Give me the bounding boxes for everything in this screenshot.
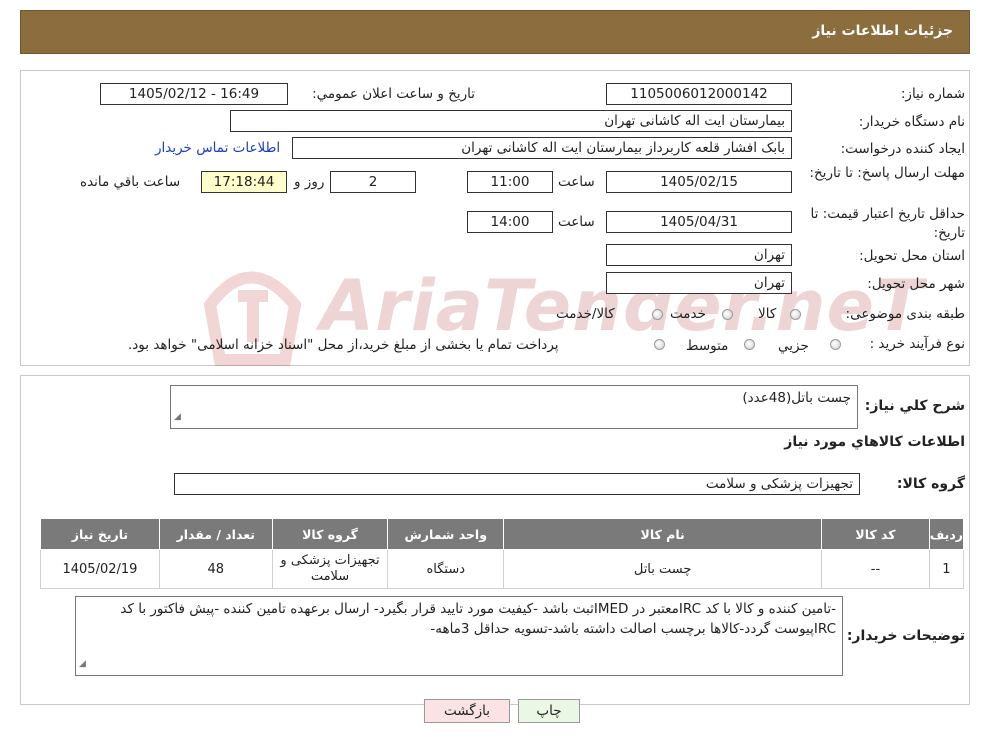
announce-datetime-field: 1405/02/12 - 16:49 — [100, 83, 288, 105]
remaining-time-label: ساعت باقي مانده — [80, 174, 181, 190]
reply-deadline-label: مهلت ارسال پاسخ: تا تاريخ: — [809, 165, 965, 181]
price-validity-time-field: 14:00 — [467, 211, 553, 233]
treasury-docs-checkbox[interactable] — [654, 339, 665, 350]
goods-group-field: تجهیزات پزشکی و سلامت — [174, 473, 860, 495]
cell-unit: دستگاه — [387, 549, 505, 589]
col-name-header: نام کالا — [503, 518, 823, 550]
buyer-notes-text: -تامین کننده و کالا با کد IRCمعتبر در IM… — [120, 601, 836, 637]
category-goods-label: کالا — [758, 306, 777, 322]
table-row: 1 -- چست باتل دستگاه تجهیزات پزشکی و سلا… — [40, 549, 965, 589]
category-goods-service-radio[interactable] — [652, 309, 663, 320]
page-title: جزئیات اطلاعات نیاز — [812, 23, 953, 39]
need-number-label: شماره نیاز: — [900, 86, 965, 102]
process-medium-radio[interactable] — [744, 339, 755, 350]
treasury-docs-note: پرداخت تمام يا بخشی از مبلغ خريد،از محل … — [128, 337, 559, 353]
goods-table: رديف کد کالا نام کالا واحد شمارش گروه کا… — [40, 518, 965, 589]
buyer-notes-field[interactable]: -تامین کننده و کالا با کد IRCمعتبر در IM… — [75, 596, 843, 676]
need-description-label: شرح كلي نياز: — [864, 398, 965, 414]
category-service-label: خدمت — [670, 306, 706, 322]
buyer-notes-label: توضيحات خريدار: — [846, 628, 965, 644]
process-type-label: نوع فرآيند خريد : — [869, 336, 965, 352]
announce-datetime-label: تاریخ و ساعت اعلان عمومي: — [312, 86, 475, 102]
category-label: طبقه بندی موضوعی: — [845, 306, 965, 322]
need-description-field[interactable]: چست باتل(48عدد) ◢ — [170, 385, 858, 429]
category-goods-service-label: کالا/خدمت — [556, 306, 615, 322]
delivery-city-label: شهر محل تحويل: — [867, 276, 965, 292]
page-header: جزئیات اطلاعات نیاز — [20, 10, 970, 54]
need-description-text: چست باتل(48عدد) — [742, 390, 851, 406]
reply-date-field: 1405/02/15 — [606, 171, 792, 193]
col-date-header: تاريخ نياز — [40, 518, 160, 550]
remaining-time-field: 17:18:44 — [201, 171, 287, 193]
delivery-city-field: تهران — [606, 272, 792, 294]
process-minor-label: جزيي — [778, 338, 809, 354]
col-code-header: کد کالا — [821, 518, 930, 550]
cell-row: 1 — [928, 549, 965, 589]
days-label: روز و — [294, 174, 325, 190]
creator-field: بابک افشار قلعه کاربرداز بیمارستان ایت ا… — [292, 137, 792, 159]
reply-time-label: ساعت — [558, 174, 595, 190]
col-row-header: رديف — [928, 518, 965, 550]
price-validity-label: حداقل تاريخ اعتبار قيمت: تا تاريخ: — [810, 206, 965, 241]
need-number-field: 1105006012000142 — [606, 83, 792, 105]
goods-info-title: اطلاعات کالاهاي مورد نياز — [784, 434, 965, 450]
resize-grip-icon[interactable]: ◢ — [174, 407, 181, 427]
col-unit-header: واحد شمارش — [387, 518, 505, 550]
delivery-province-label: استان محل تحويل: — [859, 248, 965, 264]
creator-label: ايجاد کننده درخواست: — [840, 141, 965, 157]
buyer-org-field: بیمارستان ایت اله کاشانی تهران — [230, 110, 792, 132]
buyer-contact-link[interactable]: اطلاعات تماس خريدار — [155, 140, 280, 156]
goods-group-label: گروه کالا: — [896, 476, 965, 492]
buyer-org-label: نام دستگاه خريدار: — [858, 114, 965, 130]
reply-time-field: 11:00 — [467, 171, 553, 193]
category-service-radio[interactable] — [722, 309, 733, 320]
price-time-label: ساعت — [558, 214, 595, 230]
col-qty-header: تعداد / مقدار — [158, 518, 273, 550]
cell-group: تجهیزات پزشکی و سلامت — [271, 549, 389, 589]
cell-qty: 48 — [158, 549, 273, 589]
process-minor-radio[interactable] — [830, 339, 841, 350]
resize-grip-icon[interactable]: ◢ — [79, 654, 86, 674]
cell-code: -- — [821, 549, 930, 589]
days-remaining-field: 2 — [330, 171, 416, 193]
process-medium-label: متوسط — [686, 338, 729, 354]
print-button[interactable]: چاپ — [518, 699, 580, 723]
price-validity-date-field: 1405/04/31 — [606, 211, 792, 233]
delivery-province-field: تهران — [606, 244, 792, 266]
cell-name: چست باتل — [503, 549, 823, 589]
cell-date: 1405/02/19 — [40, 549, 160, 589]
goods-table-header-row: رديف کد کالا نام کالا واحد شمارش گروه کا… — [40, 518, 965, 550]
category-goods-radio[interactable] — [790, 309, 801, 320]
col-group-header: گروه کالا — [271, 518, 389, 550]
back-button[interactable]: بازگشت — [424, 699, 510, 723]
